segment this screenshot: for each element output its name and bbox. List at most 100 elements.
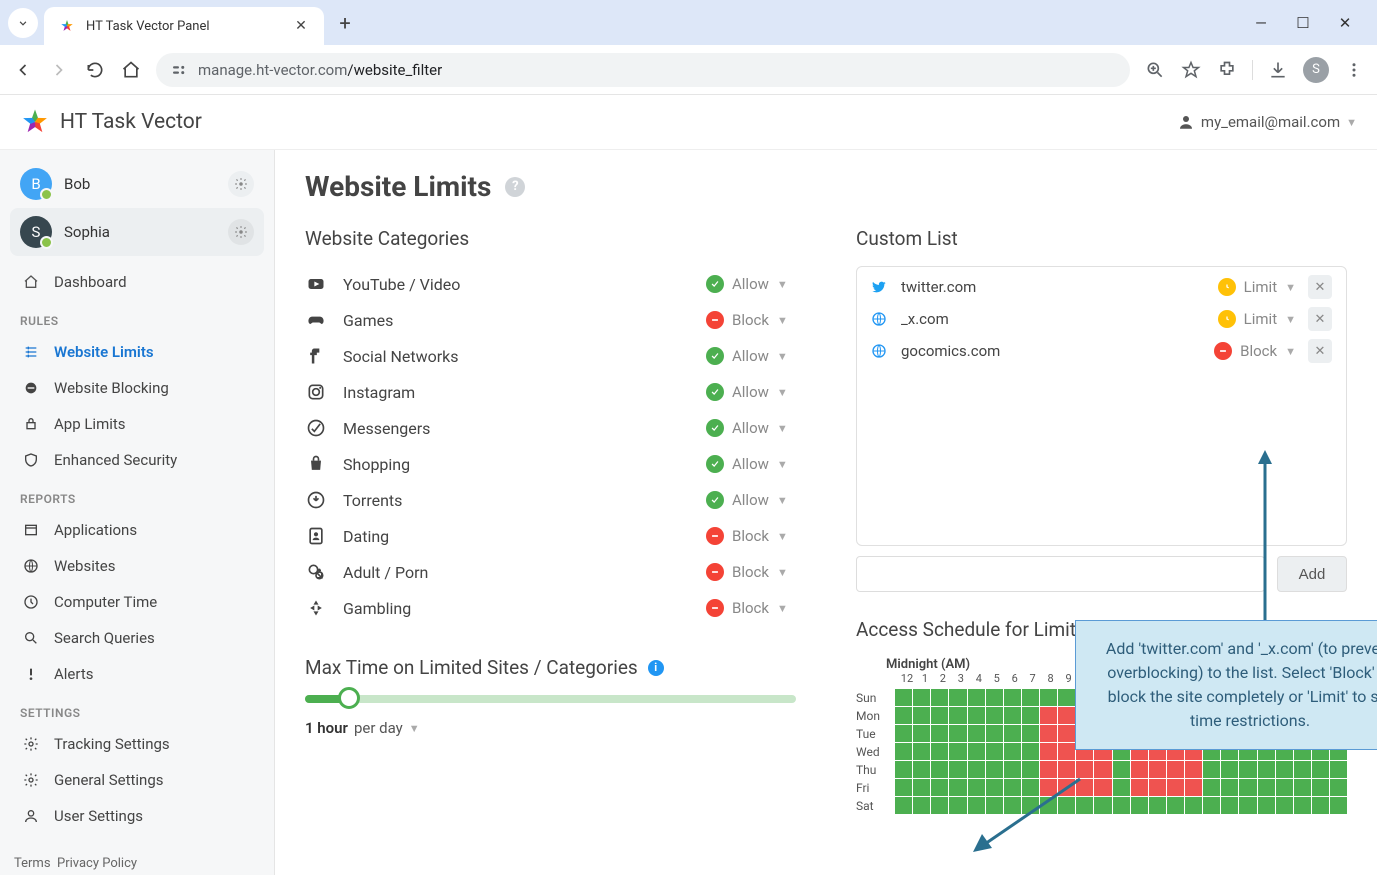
address-bar[interactable]: manage.ht-vector.com/website_filter — [156, 53, 1130, 87]
schedule-cell[interactable] — [1294, 761, 1311, 778]
schedule-cell[interactable] — [1094, 797, 1111, 814]
window-close-button[interactable]: ✕ — [1335, 14, 1355, 32]
schedule-cell[interactable] — [931, 689, 948, 706]
schedule-cell[interactable] — [949, 761, 966, 778]
schedule-cell[interactable] — [1094, 779, 1111, 796]
nav-website-limits[interactable]: Website Limits — [10, 334, 264, 370]
schedule-cell[interactable] — [913, 725, 930, 742]
schedule-cell[interactable] — [968, 743, 985, 760]
schedule-cell[interactable] — [1221, 779, 1238, 796]
schedule-cell[interactable] — [895, 797, 912, 814]
schedule-cell[interactable] — [986, 707, 1003, 724]
account-menu[interactable]: my_email@mail.com ▼ — [1177, 113, 1357, 131]
schedule-cell[interactable] — [913, 779, 930, 796]
info-button[interactable]: i — [648, 660, 664, 676]
profile-item-sophia[interactable]: S Sophia — [10, 208, 264, 256]
schedule-cell[interactable] — [1004, 725, 1021, 742]
schedule-cell[interactable] — [986, 725, 1003, 742]
schedule-cell[interactable] — [1040, 725, 1057, 742]
schedule-cell[interactable] — [986, 743, 1003, 760]
window-minimize-button[interactable]: — — [1251, 14, 1271, 32]
schedule-cell[interactable] — [1239, 797, 1256, 814]
schedule-cell[interactable] — [1239, 761, 1256, 778]
schedule-cell[interactable] — [1185, 761, 1202, 778]
schedule-cell[interactable] — [1258, 797, 1275, 814]
site-status-dropdown[interactable]: Limit ▼ — [1218, 278, 1296, 296]
terms-link[interactable]: Terms — [14, 856, 51, 871]
nav-dashboard[interactable]: Dashboard — [10, 264, 264, 300]
schedule-cell[interactable] — [931, 761, 948, 778]
schedule-cell[interactable] — [949, 689, 966, 706]
schedule-cell[interactable] — [968, 707, 985, 724]
schedule-cell[interactable] — [1022, 689, 1039, 706]
schedule-cell[interactable] — [1004, 689, 1021, 706]
schedule-cell[interactable] — [931, 779, 948, 796]
schedule-cell[interactable] — [913, 797, 930, 814]
schedule-cell[interactable] — [1167, 779, 1184, 796]
category-status-dropdown[interactable]: Allow ▼ — [706, 275, 796, 293]
schedule-cell[interactable] — [949, 707, 966, 724]
window-maximize-button[interactable]: ☐ — [1293, 14, 1313, 32]
schedule-cell[interactable] — [1185, 779, 1202, 796]
schedule-cell[interactable] — [1113, 779, 1130, 796]
schedule-cell[interactable] — [1113, 797, 1130, 814]
schedule-cell[interactable] — [895, 707, 912, 724]
nav-user-settings[interactable]: User Settings — [10, 798, 264, 834]
nav-enhanced-security[interactable]: Enhanced Security — [10, 442, 264, 478]
profile-item-bob[interactable]: B Bob — [10, 160, 264, 208]
schedule-cell[interactable] — [1149, 761, 1166, 778]
schedule-cell[interactable] — [1040, 743, 1057, 760]
schedule-cell[interactable] — [1258, 779, 1275, 796]
privacy-link[interactable]: Privacy Policy — [57, 856, 137, 871]
home-button[interactable] — [120, 59, 142, 81]
remove-site-button[interactable]: ✕ — [1308, 307, 1332, 331]
help-button[interactable]: ? — [505, 177, 525, 197]
schedule-cell[interactable] — [1167, 761, 1184, 778]
schedule-cell[interactable] — [986, 689, 1003, 706]
nav-website-blocking[interactable]: Website Blocking — [10, 370, 264, 406]
schedule-cell[interactable] — [1294, 779, 1311, 796]
zoom-button[interactable] — [1144, 59, 1166, 81]
schedule-cell[interactable] — [931, 725, 948, 742]
schedule-cell[interactable] — [1094, 761, 1111, 778]
schedule-cell[interactable] — [1330, 779, 1347, 796]
schedule-cell[interactable] — [1185, 797, 1202, 814]
remove-site-button[interactable]: ✕ — [1308, 339, 1332, 363]
category-status-dropdown[interactable]: Allow ▼ — [706, 383, 796, 401]
schedule-cell[interactable] — [913, 761, 930, 778]
nav-tracking-settings[interactable]: Tracking Settings — [10, 726, 264, 762]
tab-search-button[interactable] — [8, 8, 38, 38]
schedule-cell[interactable] — [1131, 779, 1148, 796]
schedule-cell[interactable] — [1276, 761, 1293, 778]
schedule-cell[interactable] — [1312, 797, 1329, 814]
schedule-cell[interactable] — [949, 797, 966, 814]
schedule-cell[interactable] — [1058, 707, 1075, 724]
add-button[interactable]: Add — [1277, 556, 1347, 592]
forward-button[interactable] — [48, 59, 70, 81]
site-status-dropdown[interactable]: Block ▼ — [1214, 342, 1296, 360]
category-status-dropdown[interactable]: Allow ▼ — [706, 347, 796, 365]
schedule-cell[interactable] — [949, 743, 966, 760]
schedule-cell[interactable] — [1330, 761, 1347, 778]
schedule-cell[interactable] — [949, 725, 966, 742]
category-status-dropdown[interactable]: Allow ▼ — [706, 455, 796, 473]
schedule-cell[interactable] — [1221, 761, 1238, 778]
category-status-dropdown[interactable]: Block ▼ — [706, 527, 796, 545]
schedule-cell[interactable] — [1203, 797, 1220, 814]
max-time-slider[interactable]: 1 hour per day ▼ — [305, 695, 796, 737]
remove-site-button[interactable]: ✕ — [1308, 275, 1332, 299]
schedule-cell[interactable] — [1022, 725, 1039, 742]
schedule-cell[interactable] — [1167, 797, 1184, 814]
site-status-dropdown[interactable]: Limit ▼ — [1218, 310, 1296, 328]
nav-search-queries[interactable]: Search Queries — [10, 620, 264, 656]
site-settings-icon[interactable] — [170, 61, 188, 79]
reload-button[interactable] — [84, 59, 106, 81]
slider-thumb[interactable] — [338, 687, 360, 709]
schedule-cell[interactable] — [1149, 779, 1166, 796]
browser-menu-button[interactable] — [1343, 59, 1365, 81]
schedule-cell[interactable] — [1058, 725, 1075, 742]
profile-settings-button[interactable] — [228, 171, 254, 197]
profile-settings-button[interactable] — [228, 219, 254, 245]
nav-websites[interactable]: Websites — [10, 548, 264, 584]
schedule-cell[interactable] — [931, 797, 948, 814]
